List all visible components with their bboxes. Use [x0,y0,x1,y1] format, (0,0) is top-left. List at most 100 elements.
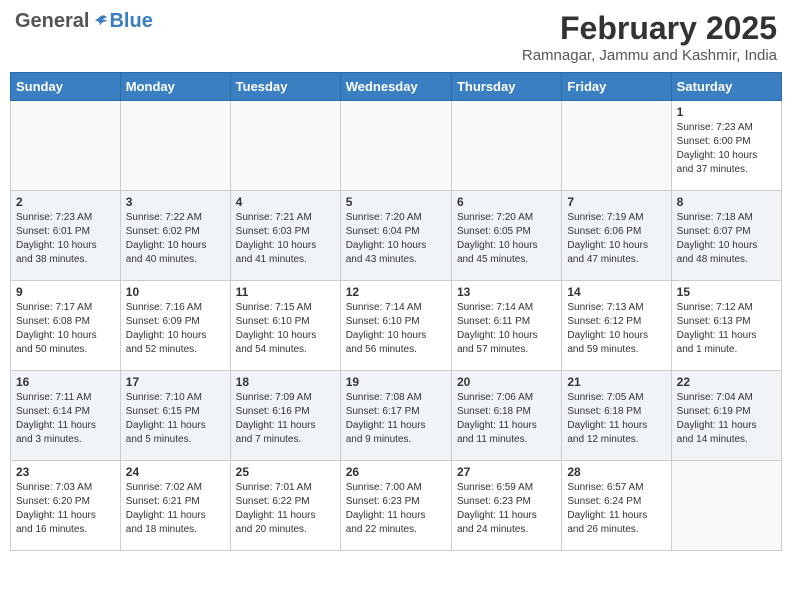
day-info: Sunrise: 7:06 AM Sunset: 6:18 PM Dayligh… [457,391,556,447]
day-number: 6 [457,195,556,209]
day-info: Sunrise: 7:16 AM Sunset: 6:09 PM Dayligh… [126,301,225,357]
day-info: Sunrise: 7:05 AM Sunset: 6:18 PM Dayligh… [567,391,665,447]
calendar-day-cell: 13 Sunrise: 7:14 AM Sunset: 6:11 PM Dayli… [451,281,561,371]
day-number: 25 [236,465,335,479]
logo-general-text: General [15,10,89,33]
day-number: 15 [677,285,776,299]
day-number: 28 [567,465,665,479]
calendar-day-cell: 19 Sunrise: 7:08 AM Sunset: 6:17 PM Dayli… [340,371,451,461]
calendar-day-cell: 16Sunrise: 7:11 AM Sunset: 6:14 PM Dayli… [11,371,121,461]
calendar-day-cell [562,101,671,191]
calendar-day-cell: 2 Sunrise: 7:23 AM Sunset: 6:01 PM Daylig… [11,191,121,281]
calendar-day-cell: 28 Sunrise: 6:57 AM Sunset: 6:24 PM Dayli… [562,461,671,551]
day-info: Sunrise: 7:02 AM Sunset: 6:21 PM Dayligh… [126,481,225,537]
day-number: 9 [16,285,115,299]
weekday-header: Wednesday [340,73,451,101]
day-number: 19 [346,375,446,389]
calendar-day-cell: 17Sunrise: 7:10 AM Sunset: 6:15 PM Dayli… [120,371,230,461]
calendar-week-row: 16Sunrise: 7:11 AM Sunset: 6:14 PM Dayli… [11,371,782,461]
calendar-day-cell: 5 Sunrise: 7:20 AM Sunset: 6:04 PM Daylig… [340,191,451,281]
day-number: 1 [677,105,776,119]
calendar-day-cell [230,101,340,191]
day-number: 5 [346,195,446,209]
weekday-header: Thursday [451,73,561,101]
calendar-day-cell: 26 Sunrise: 7:00 AM Sunset: 6:23 PM Dayli… [340,461,451,551]
day-info: Sunrise: 7:14 AM Sunset: 6:11 PM Dayligh… [457,301,556,357]
day-number: 27 [457,465,556,479]
calendar-day-cell [671,461,781,551]
day-info: Sunrise: 7:15 AM Sunset: 6:10 PM Dayligh… [236,301,335,357]
calendar-day-cell: 7Sunrise: 7:19 AM Sunset: 6:06 PM Daylig… [562,191,671,281]
day-info: Sunrise: 7:20 AM Sunset: 6:05 PM Dayligh… [457,211,556,267]
day-info: Sunrise: 7:09 AM Sunset: 6:16 PM Dayligh… [236,391,335,447]
weekday-header: Monday [120,73,230,101]
day-info: Sunrise: 7:19 AM Sunset: 6:06 PM Dayligh… [567,211,665,267]
day-info: Sunrise: 6:59 AM Sunset: 6:23 PM Dayligh… [457,481,556,537]
calendar-day-cell: 9 Sunrise: 7:17 AM Sunset: 6:08 PM Daylig… [11,281,121,371]
day-number: 20 [457,375,556,389]
calendar-day-cell: 10 Sunrise: 7:16 AM Sunset: 6:09 PM Dayli… [120,281,230,371]
logo: General Blue [15,10,153,33]
calendar-day-cell: 24 Sunrise: 7:02 AM Sunset: 6:21 PM Dayli… [120,461,230,551]
calendar-day-cell [340,101,451,191]
day-number: 21 [567,375,665,389]
day-info: Sunrise: 7:08 AM Sunset: 6:17 PM Dayligh… [346,391,446,447]
day-number: 3 [126,195,225,209]
day-number: 14 [567,285,665,299]
month-title: February 2025 [522,10,777,47]
calendar-day-cell [120,101,230,191]
day-number: 26 [346,465,446,479]
calendar-day-cell: 8 Sunrise: 7:18 AM Sunset: 6:07 PM Daylig… [671,191,781,281]
day-info: Sunrise: 7:04 AM Sunset: 6:19 PM Dayligh… [677,391,776,447]
day-info: Sunrise: 6:57 AM Sunset: 6:24 PM Dayligh… [567,481,665,537]
day-number: 23 [16,465,115,479]
calendar-day-cell: 6 Sunrise: 7:20 AM Sunset: 6:05 PM Daylig… [451,191,561,281]
day-info: Sunrise: 7:13 AM Sunset: 6:12 PM Dayligh… [567,301,665,357]
calendar-table: SundayMondayTuesdayWednesdayThursdayFrid… [10,72,782,551]
calendar-week-row: 2 Sunrise: 7:23 AM Sunset: 6:01 PM Daylig… [11,191,782,281]
day-number: 10 [126,285,225,299]
calendar-day-cell: 15 Sunrise: 7:12 AM Sunset: 6:13 PM Dayli… [671,281,781,371]
day-number: 2 [16,195,115,209]
day-number: 17 [126,375,225,389]
calendar-day-cell: 4Sunrise: 7:21 AM Sunset: 6:03 PM Daylig… [230,191,340,281]
calendar-day-cell: 3 Sunrise: 7:22 AM Sunset: 6:02 PM Daylig… [120,191,230,281]
logo-bird-icon [91,13,109,31]
day-info: Sunrise: 7:22 AM Sunset: 6:02 PM Dayligh… [126,211,225,267]
calendar-day-cell: 23Sunrise: 7:03 AM Sunset: 6:20 PM Dayli… [11,461,121,551]
day-number: 13 [457,285,556,299]
day-info: Sunrise: 7:18 AM Sunset: 6:07 PM Dayligh… [677,211,776,267]
calendar-day-cell: 22 Sunrise: 7:04 AM Sunset: 6:19 PM Dayli… [671,371,781,461]
calendar-day-cell: 12Sunrise: 7:14 AM Sunset: 6:10 PM Dayli… [340,281,451,371]
title-block: February 2025 Ramnagar, Jammu and Kashmi… [522,10,777,64]
calendar-day-cell: 20 Sunrise: 7:06 AM Sunset: 6:18 PM Dayli… [451,371,561,461]
day-info: Sunrise: 7:11 AM Sunset: 6:14 PM Dayligh… [16,391,115,447]
weekday-header: Friday [562,73,671,101]
day-info: Sunrise: 7:23 AM Sunset: 6:01 PM Dayligh… [16,211,115,267]
weekday-header: Saturday [671,73,781,101]
page-header: General Blue February 2025 Ramnagar, Jam… [10,10,782,64]
day-info: Sunrise: 7:01 AM Sunset: 6:22 PM Dayligh… [236,481,335,537]
calendar-day-cell [11,101,121,191]
logo-blue-text: Blue [109,10,152,33]
calendar-header-row: SundayMondayTuesdayWednesdayThursdayFrid… [11,73,782,101]
day-info: Sunrise: 7:20 AM Sunset: 6:04 PM Dayligh… [346,211,446,267]
day-info: Sunrise: 7:17 AM Sunset: 6:08 PM Dayligh… [16,301,115,357]
weekday-header: Tuesday [230,73,340,101]
day-info: Sunrise: 7:12 AM Sunset: 6:13 PM Dayligh… [677,301,776,357]
calendar-day-cell: 25 Sunrise: 7:01 AM Sunset: 6:22 PM Dayli… [230,461,340,551]
day-info: Sunrise: 7:00 AM Sunset: 6:23 PM Dayligh… [346,481,446,537]
calendar-day-cell: 21 Sunrise: 7:05 AM Sunset: 6:18 PM Dayli… [562,371,671,461]
calendar-day-cell: 18Sunrise: 7:09 AM Sunset: 6:16 PM Dayli… [230,371,340,461]
location-text: Ramnagar, Jammu and Kashmir, India [522,47,777,64]
day-info: Sunrise: 7:21 AM Sunset: 6:03 PM Dayligh… [236,211,335,267]
calendar-day-cell: 11 Sunrise: 7:15 AM Sunset: 6:10 PM Dayli… [230,281,340,371]
day-number: 11 [236,285,335,299]
day-number: 22 [677,375,776,389]
day-number: 24 [126,465,225,479]
day-number: 8 [677,195,776,209]
calendar-day-cell: 27 Sunrise: 6:59 AM Sunset: 6:23 PM Dayli… [451,461,561,551]
day-number: 12 [346,285,446,299]
calendar-week-row: 9 Sunrise: 7:17 AM Sunset: 6:08 PM Daylig… [11,281,782,371]
calendar-week-row: 1Sunrise: 7:23 AM Sunset: 6:00 PM Daylig… [11,101,782,191]
